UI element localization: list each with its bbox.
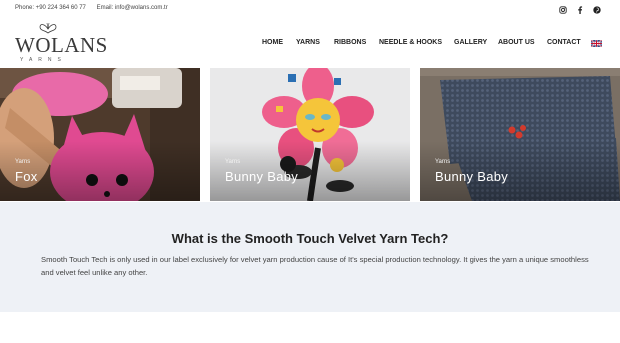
nav-about-us[interactable]: ABOUT US xyxy=(498,39,535,46)
product-tiles: Yarns Fox Yarns Bunny Baby Yarns Bunny B… xyxy=(0,68,620,201)
contact-info: Phone: +90 224 364 60 77 Email: info@wol… xyxy=(15,5,177,11)
email-text[interactable]: Email: info@wolans.com.tr xyxy=(97,5,168,11)
top-bar: Phone: +90 224 364 60 77 Email: info@wol… xyxy=(0,0,620,20)
nav-yarns[interactable]: YARNS xyxy=(296,39,320,46)
tile-title[interactable]: Fox xyxy=(15,169,38,184)
tile-bunny-baby-1[interactable]: Yarns Bunny Baby xyxy=(210,68,410,201)
nav-ribbons[interactable]: RIBBONS xyxy=(334,39,366,46)
pinterest-icon[interactable] xyxy=(591,4,603,16)
nav-home[interactable]: HOME xyxy=(262,39,283,46)
tile-category: Yarns xyxy=(225,159,241,165)
tile-fox[interactable]: Yarns Fox xyxy=(0,68,200,201)
section-heading: What is the Smooth Touch Velvet Yarn Tec… xyxy=(171,231,449,246)
nav-gallery[interactable]: GALLERY xyxy=(454,39,487,46)
tile-bunny-baby-2[interactable]: Yarns Bunny Baby xyxy=(420,68,620,201)
tile-category: Yarns xyxy=(15,159,31,165)
tile-category: Yarns xyxy=(435,159,451,165)
nav-needle-hooks[interactable]: NEEDLE & HOOKS xyxy=(379,39,442,46)
site-header: WOLANS YARNS HOME YARNS RIBBONS NEEDLE &… xyxy=(0,20,620,68)
facebook-icon[interactable] xyxy=(574,4,586,16)
brand-name: WOLANS xyxy=(15,33,108,57)
phone-text[interactable]: Phone: +90 224 364 60 77 xyxy=(15,5,86,11)
tile-title[interactable]: Bunny Baby xyxy=(435,169,508,184)
brand-tagline: YARNS xyxy=(20,57,67,63)
nav-contact[interactable]: CONTACT xyxy=(547,39,581,46)
tile-title[interactable]: Bunny Baby xyxy=(225,169,298,184)
uk-flag-icon[interactable] xyxy=(591,40,602,47)
wolans-logo[interactable]: WOLANS YARNS xyxy=(14,21,107,67)
instagram-icon[interactable] xyxy=(557,4,569,16)
section-body: Smooth Touch Tech is only used in our la… xyxy=(41,255,589,277)
velvet-tech-section: What is the Smooth Touch Velvet Yarn Tec… xyxy=(0,202,620,312)
